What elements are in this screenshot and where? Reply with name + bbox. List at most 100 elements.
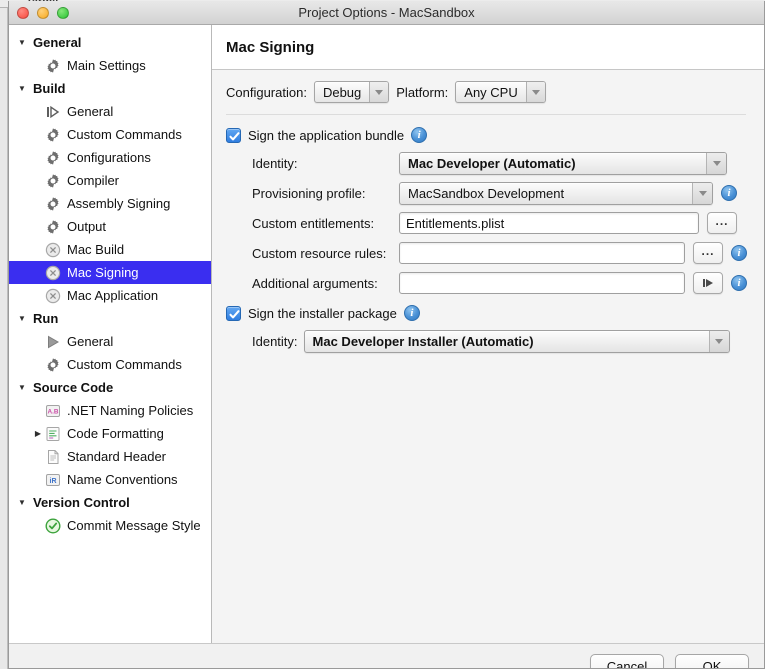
sidebar-item-label: Main Settings: [67, 58, 146, 73]
identity-dropdown[interactable]: Mac Developer (Automatic): [399, 151, 727, 175]
sidebar-item-code-formatting[interactable]: ▶ Code Formatting: [9, 422, 211, 445]
sidebar-item-compiler[interactable]: ▼ Compiler: [9, 169, 211, 192]
maximize-button[interactable]: [57, 7, 69, 19]
sidebar-item-mac-build[interactable]: ▼ Mac Build: [9, 238, 211, 261]
ab-badge-icon: A.B: [45, 403, 62, 419]
additional-arguments-label: Additional arguments:: [252, 275, 378, 291]
sidebar-item-label: Mac Signing: [67, 265, 139, 280]
options-content-pane: Mac Signing Configuration: Debug Platfor…: [212, 25, 764, 643]
chevron-down-icon: [708, 330, 729, 352]
svg-text:A.B: A.B: [47, 408, 58, 415]
play-triangle-icon: [45, 334, 62, 350]
sidebar-item-label: Commit Message Style: [67, 518, 201, 533]
custom-resource-rules-input[interactable]: [399, 242, 685, 264]
sidebar-item-label: Version Control: [33, 495, 130, 510]
info-icon[interactable]: i: [403, 305, 420, 321]
checkmark-icon: [229, 131, 240, 140]
additional-arguments-insert-button[interactable]: [693, 272, 723, 294]
disclosure-open-icon[interactable]: ▼: [15, 314, 29, 323]
sidebar-item-label: Source Code: [33, 380, 114, 395]
sidebar-item-label: .NET Naming Policies: [67, 403, 194, 418]
chevron-down-icon: [369, 82, 389, 102]
project-options-dialog: Project Options - MacSandbox ▼ General ▼ M…: [8, 1, 765, 669]
sign-bundle-checkbox[interactable]: [226, 127, 241, 143]
sidebar-item-run[interactable]: ▼ Run: [9, 307, 211, 330]
gear-icon: [45, 127, 62, 143]
ir-badge-icon: iR: [45, 472, 62, 488]
sidebar-item-label: Custom Commands: [67, 357, 182, 372]
custom-resource-rules-row: Custom resource rules:... i: [226, 238, 764, 268]
gear-icon: [45, 196, 62, 212]
ok-button[interactable]: OK: [675, 653, 749, 668]
sidebar-item-label: Output: [67, 219, 107, 234]
disclosure-open-icon[interactable]: ▼: [15, 498, 29, 507]
disclosure-open-icon[interactable]: ▼: [15, 84, 29, 93]
sidebar-item-label: Run: [33, 311, 59, 326]
platform-dropdown[interactable]: Any CPU: [455, 81, 546, 103]
sidebar-item-label: Custom Commands: [67, 127, 182, 142]
document-icon: [45, 449, 62, 465]
provisioning-profile-dropdown[interactable]: MacSandbox Development: [399, 181, 713, 205]
provisioning-profile-label: Provisioning profile:: [252, 185, 366, 201]
gear-icon: [45, 58, 62, 74]
disclosure-open-icon[interactable]: ▼: [15, 383, 29, 392]
disclosure-open-icon[interactable]: ▼: [15, 38, 29, 47]
circle-x-icon: [45, 265, 62, 281]
info-icon[interactable]: i: [411, 127, 428, 143]
sidebar-item-general[interactable]: ▼ General: [9, 330, 211, 353]
chevron-down-icon: [706, 152, 726, 174]
sidebar-item-mac-application[interactable]: ▼ Mac Application: [9, 284, 211, 307]
custom-entitlements-label: Custom entitlements:: [252, 215, 375, 231]
page-title: Mac Signing: [226, 38, 315, 56]
sign-bundle-checkbox-row[interactable]: Sign the application bundle i: [226, 122, 764, 148]
sign-installer-checkbox-row[interactable]: Sign the installer package i: [226, 300, 764, 326]
sidebar-item-configurations[interactable]: ▼ Configurations: [9, 146, 211, 169]
options-sidebar[interactable]: ▼General▼ Main Settings▼Build▼ General▼ …: [9, 25, 212, 643]
sidebar-item-mac-signing[interactable]: ▼ Mac Signing: [9, 261, 211, 284]
sidebar-item-custom-commands[interactable]: ▼ Custom Commands: [9, 353, 211, 376]
cancel-button[interactable]: Cancel: [590, 653, 664, 668]
custom-entitlements-browse-button[interactable]: ...: [707, 212, 737, 234]
sign-installer-checkbox[interactable]: [226, 305, 241, 321]
gear-icon: [45, 173, 62, 189]
sidebar-item-main-settings[interactable]: ▼ Main Settings: [9, 54, 211, 77]
signing-form: Sign the application bundle i Identity: M…: [212, 114, 764, 356]
minimize-button[interactable]: [37, 7, 49, 19]
sidebar-item-net-naming-policies[interactable]: ▼ A.B .NET Naming Policies: [9, 399, 211, 422]
code-lines-icon: [45, 426, 62, 442]
disclosure-closed-icon[interactable]: ▶: [31, 429, 45, 438]
sidebar-item-custom-commands[interactable]: ▼ Custom Commands: [9, 123, 211, 146]
configuration-bar: Configuration: Debug Platform: Any CPU: [212, 70, 764, 114]
sidebar-item-build[interactable]: ▼ Build: [9, 77, 211, 100]
sidebar-item-version-control[interactable]: ▼ Version Control: [9, 491, 211, 514]
installer-identity-dropdown[interactable]: Mac Developer Installer (Automatic): [303, 329, 730, 353]
window-titlebar: Project Options - MacSandbox: [9, 1, 764, 25]
custom-resource-rules-browse-button[interactable]: ...: [693, 242, 723, 264]
sidebar-item-output[interactable]: ▼ Output: [9, 215, 211, 238]
sidebar-item-standard-header[interactable]: ▼ Standard Header: [9, 445, 211, 468]
custom-resource-rules-label: Custom resource rules:: [252, 245, 387, 261]
section-divider: [226, 114, 746, 115]
dialog-body: ▼General▼ Main Settings▼Build▼ General▼ …: [9, 25, 764, 643]
sidebar-item-assembly-signing[interactable]: ▼ Assembly Signing: [9, 192, 211, 215]
sidebar-item-commit-message-style[interactable]: ▼ Commit Message Style: [9, 514, 211, 537]
sidebar-item-name-conventions[interactable]: ▼ iR Name Conventions: [9, 468, 211, 491]
sidebar-item-general[interactable]: ▼ General: [9, 31, 211, 54]
sign-bundle-fields: Identity: Mac Developer (Automatic) Provis…: [226, 148, 764, 298]
build-run-icon: [45, 104, 62, 120]
sidebar-item-label: Compiler: [67, 173, 120, 188]
sidebar-item-general[interactable]: ▼ General: [9, 100, 211, 123]
close-button[interactable]: [17, 7, 29, 19]
info-icon[interactable]: i: [731, 275, 747, 291]
info-icon[interactable]: i: [721, 185, 737, 201]
info-icon[interactable]: i: [731, 245, 747, 261]
additional-arguments-input[interactable]: [399, 272, 685, 294]
sidebar-item-label: Standard Header: [67, 449, 167, 464]
sidebar-item-source-code[interactable]: ▼ Source Code: [9, 376, 211, 399]
configuration-dropdown[interactable]: Debug: [313, 81, 390, 103]
sidebar-item-label: Mac Application: [67, 288, 159, 303]
svg-text:iR: iR: [50, 477, 57, 484]
ellipsis-icon: ...: [715, 213, 729, 228]
custom-entitlements-input[interactable]: Entitlements.plist: [399, 212, 699, 234]
identity-row: Identity: Mac Developer (Automatic): [226, 148, 764, 178]
